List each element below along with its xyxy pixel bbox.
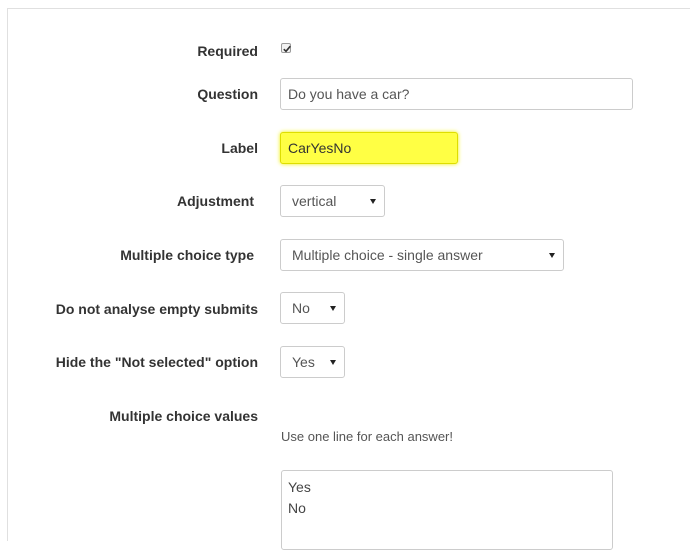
multiple-choice-type-label: Multiple choice type [120,247,254,263]
checkmark-icon [283,45,291,53]
empty-submits-label: Do not analyse empty submits [55,301,258,317]
required-label: Required [197,43,258,59]
adjustment-label: Adjustment [177,193,254,209]
multiple-choice-values-textarea[interactable]: Yes No [281,470,613,550]
values-hint-text: Use one line for each answer! [281,429,453,444]
question-label: Question [197,86,258,102]
hide-not-selected-selected-value: Yes [292,354,315,370]
hide-not-selected-label: Hide the "Not selected" option [55,354,258,370]
multiple-choice-type-select[interactable]: Multiple choice - single answer [280,239,564,271]
chevron-down-icon [330,305,336,311]
multiple-choice-type-selected-value: Multiple choice - single answer [292,247,483,263]
chevron-down-icon [549,252,555,258]
chevron-down-icon [370,198,376,204]
question-input[interactable] [280,78,633,110]
chevron-down-icon [330,359,336,365]
empty-submits-selected-value: No [292,300,310,316]
required-checkbox[interactable] [281,43,291,53]
adjustment-select[interactable]: vertical [280,185,385,217]
label-input[interactable] [280,132,458,164]
empty-submits-select[interactable]: No [280,292,345,324]
label-field-label: Label [221,140,258,156]
multiple-choice-values-label: Multiple choice values [109,408,258,424]
hide-not-selected-select[interactable]: Yes [280,346,345,378]
adjustment-selected-value: vertical [292,193,337,209]
